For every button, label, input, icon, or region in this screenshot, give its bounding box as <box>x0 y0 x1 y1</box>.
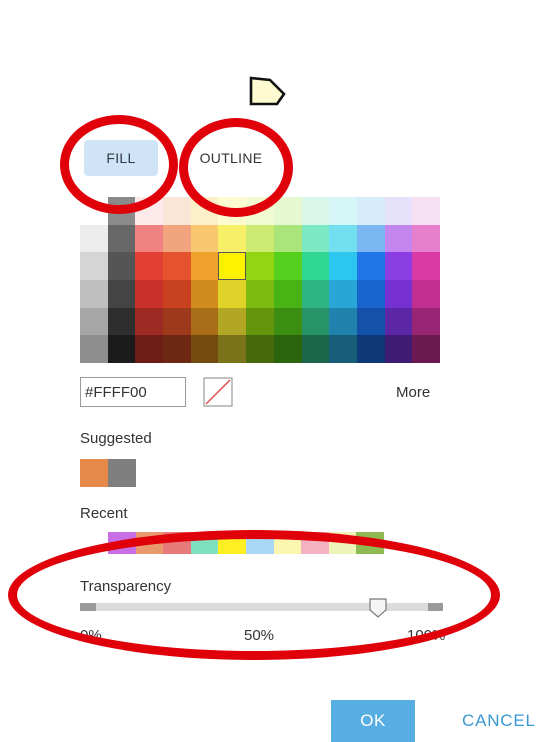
palette-swatch[interactable] <box>412 224 440 253</box>
palette-swatch[interactable] <box>190 307 219 336</box>
palette-swatch[interactable] <box>218 335 247 363</box>
suggested-label: Suggested <box>80 430 152 447</box>
palette-swatch[interactable] <box>246 335 274 363</box>
palette-swatch[interactable] <box>412 307 440 336</box>
palette-swatch[interactable] <box>384 197 413 225</box>
palette-swatch[interactable] <box>80 224 108 253</box>
palette-swatch[interactable] <box>80 307 108 336</box>
palette-swatch[interactable] <box>412 252 440 280</box>
palette-swatch[interactable] <box>163 224 191 253</box>
palette-swatch[interactable] <box>356 252 385 280</box>
palette-swatch[interactable] <box>412 335 440 363</box>
recent-label: Recent <box>80 505 128 522</box>
palette-swatch[interactable] <box>329 252 357 280</box>
cancel-button[interactable]: CANCEL <box>462 700 536 742</box>
palette-swatch[interactable] <box>301 335 330 363</box>
palette-swatch[interactable] <box>384 335 413 363</box>
palette-swatch[interactable] <box>301 197 330 225</box>
palette-swatch[interactable] <box>80 252 108 280</box>
palette-swatch[interactable] <box>412 197 440 225</box>
palette-swatch[interactable] <box>356 224 385 253</box>
palette-swatch[interactable] <box>273 252 302 280</box>
palette-swatch[interactable] <box>163 197 191 225</box>
palette-swatch[interactable] <box>135 252 164 280</box>
palette-swatch[interactable] <box>218 279 247 308</box>
palette-swatch[interactable] <box>329 335 357 363</box>
palette-swatch[interactable] <box>329 307 357 336</box>
palette-swatch[interactable] <box>301 307 330 336</box>
annotation-ellipse-transparency <box>8 530 500 660</box>
suggested-swatch[interactable] <box>108 459 136 487</box>
palette-swatch[interactable] <box>135 224 164 253</box>
palette-swatch[interactable] <box>301 279 330 308</box>
palette-swatch[interactable] <box>301 252 330 280</box>
palette-swatch[interactable] <box>246 224 274 253</box>
suggested-swatch[interactable] <box>80 459 108 487</box>
palette-swatch[interactable] <box>218 307 247 336</box>
annotation-circle-fill <box>60 115 178 214</box>
palette-swatch[interactable] <box>384 224 413 253</box>
shape-preview-icon <box>249 76 286 106</box>
palette-swatch[interactable] <box>273 197 302 225</box>
palette-swatch[interactable] <box>384 252 413 280</box>
palette-swatch[interactable] <box>356 335 385 363</box>
palette-swatch[interactable] <box>163 335 191 363</box>
palette-swatch[interactable] <box>135 279 164 308</box>
no-color-slash-icon[interactable] <box>203 377 233 407</box>
palette-swatch[interactable] <box>384 307 413 336</box>
palette-swatch[interactable] <box>80 335 108 363</box>
palette-swatch[interactable] <box>163 279 191 308</box>
palette-swatch[interactable] <box>107 307 136 336</box>
palette-swatch[interactable] <box>356 307 385 336</box>
palette-swatch[interactable] <box>218 252 247 280</box>
palette-swatch[interactable] <box>329 279 357 308</box>
palette-swatch[interactable] <box>107 335 136 363</box>
palette-swatch[interactable] <box>273 279 302 308</box>
palette-swatch[interactable] <box>384 279 413 308</box>
palette-swatch[interactable] <box>107 224 136 253</box>
ok-button[interactable]: OK <box>331 700 415 742</box>
annotation-circle-outline <box>179 118 293 217</box>
palette-swatch[interactable] <box>329 224 357 253</box>
palette-swatch[interactable] <box>107 252 136 280</box>
palette-swatch[interactable] <box>190 335 219 363</box>
palette-swatch[interactable] <box>246 307 274 336</box>
palette-swatch[interactable] <box>163 252 191 280</box>
palette-swatch[interactable] <box>190 279 219 308</box>
palette-swatch[interactable] <box>356 279 385 308</box>
palette-swatch[interactable] <box>246 279 274 308</box>
palette-swatch[interactable] <box>107 279 136 308</box>
palette-swatch[interactable] <box>135 307 164 336</box>
palette-swatch[interactable] <box>190 224 219 253</box>
palette-swatch[interactable] <box>356 197 385 225</box>
palette-swatch[interactable] <box>329 197 357 225</box>
palette-swatch[interactable] <box>246 252 274 280</box>
palette-swatch[interactable] <box>273 307 302 336</box>
palette-swatch[interactable] <box>273 224 302 253</box>
palette-swatch[interactable] <box>273 335 302 363</box>
palette-swatch[interactable] <box>218 224 247 253</box>
hex-color-input[interactable] <box>80 377 186 407</box>
palette-swatch[interactable] <box>301 224 330 253</box>
more-colors-link[interactable]: More <box>396 384 430 401</box>
palette-swatch[interactable] <box>163 307 191 336</box>
color-palette <box>80 197 440 363</box>
palette-swatch[interactable] <box>412 279 440 308</box>
palette-swatch[interactable] <box>190 252 219 280</box>
palette-swatch[interactable] <box>80 279 108 308</box>
palette-swatch[interactable] <box>135 335 164 363</box>
